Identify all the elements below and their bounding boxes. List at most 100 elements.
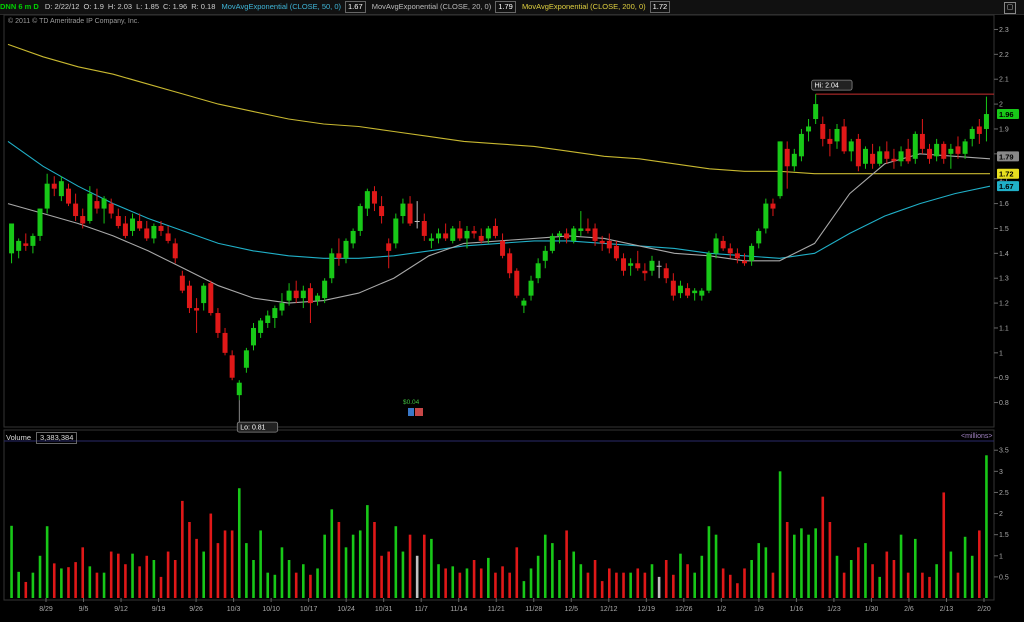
candle-body xyxy=(699,290,705,296)
volume-bar xyxy=(600,581,604,598)
date-axis-tick-label: 11/28 xyxy=(525,606,542,613)
volume-bar xyxy=(38,555,42,598)
earnings-icon xyxy=(408,408,414,416)
volume-bar xyxy=(17,571,20,598)
candle-body xyxy=(58,181,64,197)
volume-bar xyxy=(522,581,526,598)
volume-bar xyxy=(785,522,789,598)
volume-bar xyxy=(857,547,860,598)
volume-bar xyxy=(380,555,383,598)
candle-body xyxy=(806,126,812,132)
candle-body xyxy=(73,203,79,217)
volume-bar xyxy=(202,551,205,598)
volume-bar xyxy=(60,568,63,598)
volume-bar xyxy=(487,557,490,598)
volume-bar xyxy=(743,568,746,598)
candle-body xyxy=(777,141,783,197)
volume-bar xyxy=(81,547,85,598)
volume-bar xyxy=(928,576,931,598)
volume-bar xyxy=(515,547,519,598)
period-low-label: Lo: 0.81 xyxy=(240,425,265,432)
date-axis-tick-label: 12/19 xyxy=(638,606,656,613)
date-axis-tick-label: 9/12 xyxy=(114,606,128,613)
candle-body xyxy=(300,290,306,299)
date-axis-tick-label: 12/26 xyxy=(675,606,693,613)
candle-body xyxy=(23,243,29,246)
candle-body xyxy=(592,228,598,241)
candle-body xyxy=(172,243,178,259)
volume-bar xyxy=(707,526,711,598)
price-axis-tick-label: 1.5 xyxy=(999,226,1009,233)
volume-bar xyxy=(252,560,255,598)
date-axis-tick-label: 10/3 xyxy=(227,606,241,613)
volume-bar xyxy=(223,530,227,598)
price-axis-tick-label: 2.3 xyxy=(999,27,1009,34)
date-axis-tick-label: 1/16 xyxy=(790,606,804,613)
candle-body xyxy=(464,230,470,239)
volume-bar xyxy=(970,555,974,598)
candle-body xyxy=(400,203,406,217)
candle-body xyxy=(201,285,207,304)
date-axis-tick-label: 2/13 xyxy=(940,606,954,613)
candle-body xyxy=(962,141,968,154)
volume-bar xyxy=(985,455,988,598)
candle-body xyxy=(307,288,313,304)
candle-body xyxy=(820,123,826,139)
volume-axis-tick-label: 1.5 xyxy=(999,532,1009,539)
volume-bar xyxy=(195,538,198,598)
candle-body xyxy=(179,275,185,291)
candle-body xyxy=(80,216,86,224)
candle-body xyxy=(9,223,15,254)
date-axis-tick-label: 1/30 xyxy=(865,606,879,613)
price-volume-chart[interactable]: 2.32.22.121.91.81.71.61.51.41.31.21.110.… xyxy=(0,0,1024,622)
volume-bar xyxy=(657,576,661,598)
candle-body xyxy=(421,221,427,236)
volume-bar xyxy=(543,534,547,598)
candle-body xyxy=(215,313,221,333)
volume-axis-tick-label: 1 xyxy=(999,553,1003,560)
volume-bar xyxy=(622,572,625,598)
volume-bar xyxy=(842,572,846,598)
candle-body xyxy=(941,143,947,159)
candle-body xyxy=(507,253,513,274)
volume-bar xyxy=(956,572,960,598)
candle-body xyxy=(528,280,534,296)
candle-body xyxy=(720,240,726,249)
volume-bar xyxy=(629,572,632,598)
price-axis-tick-label: 1.1 xyxy=(999,325,1009,332)
volume-bar xyxy=(422,534,426,598)
volume-bar xyxy=(864,543,867,598)
candle-body xyxy=(315,295,321,301)
volume-bar xyxy=(74,562,77,598)
volume-bar xyxy=(451,566,455,598)
candle-body xyxy=(749,245,755,261)
volume-bar xyxy=(259,530,262,598)
candle-body xyxy=(393,218,399,244)
date-axis-tick-label: 12/12 xyxy=(600,606,618,613)
volume-bar xyxy=(138,566,141,598)
candle-body xyxy=(350,230,356,244)
price-axis-tick-label: 1.3 xyxy=(999,276,1009,283)
candle-body xyxy=(571,228,577,241)
candle-body xyxy=(649,260,655,271)
volume-bar xyxy=(131,553,134,598)
candle-body xyxy=(357,206,363,231)
volume-bar xyxy=(714,534,718,598)
candle-body xyxy=(122,223,128,236)
ema200-line xyxy=(7,43,990,175)
candle-body xyxy=(329,253,335,279)
candle-body xyxy=(521,300,527,306)
date-axis-tick-label: 1/23 xyxy=(827,606,841,613)
candle-body xyxy=(436,233,442,239)
price-axis-tick-label: 2.1 xyxy=(999,77,1009,84)
volume-bar xyxy=(266,572,270,598)
candle-body xyxy=(115,216,121,226)
volume-bar xyxy=(280,547,284,598)
date-axis-tick-label: 8/29 xyxy=(39,606,53,613)
volume-bar xyxy=(52,563,56,598)
date-axis-tick-label: 1/2 xyxy=(716,606,726,613)
candle-body xyxy=(286,290,292,301)
candle-body xyxy=(556,233,562,236)
volume-bar xyxy=(572,551,576,598)
volume-bar xyxy=(565,530,568,598)
